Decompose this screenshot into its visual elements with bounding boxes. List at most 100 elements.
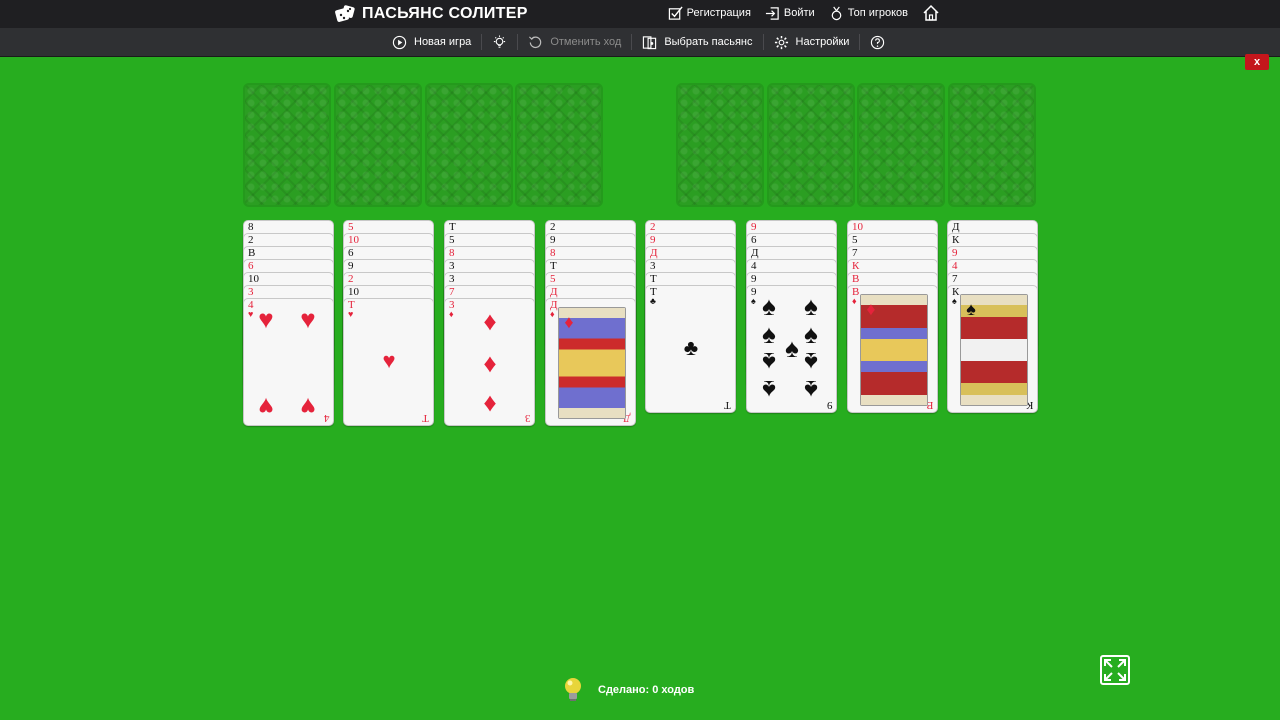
card-rank: 3 bbox=[449, 260, 455, 272]
card-rank: 9 bbox=[751, 221, 757, 233]
cards-select-icon bbox=[643, 35, 657, 49]
card-rank: 2 bbox=[650, 221, 656, 233]
face-card-art: ♠ bbox=[960, 294, 1028, 406]
face-card-art: ♦ bbox=[860, 294, 928, 406]
card-rank: 7 bbox=[449, 286, 455, 298]
card-pip: ♠ bbox=[762, 291, 776, 321]
fullscreen-button[interactable] bbox=[1100, 655, 1130, 685]
card-suit-mini: ♥ bbox=[348, 309, 354, 319]
home-link[interactable] bbox=[922, 4, 940, 22]
medal-icon bbox=[831, 6, 842, 20]
card-pip: ♦ bbox=[564, 312, 574, 332]
brand[interactable]: ПАСЬЯНС СОЛИТЕР bbox=[334, 3, 528, 25]
free-cell[interactable] bbox=[243, 83, 331, 207]
card-pip: ♠ bbox=[804, 319, 818, 349]
card-pip: ♠ bbox=[804, 375, 818, 405]
top-bar: ПАСЬЯНС СОЛИТЕР Регистрация Войти Топ иг… bbox=[0, 0, 1280, 28]
free-cell[interactable] bbox=[425, 83, 513, 207]
choose-solitaire-button[interactable]: Выбрать пасьянс bbox=[632, 34, 764, 50]
card-rank: В bbox=[852, 273, 860, 285]
card-rank-bottom: 3 bbox=[524, 412, 531, 424]
foundation-pile[interactable] bbox=[857, 83, 945, 207]
undo-button[interactable]: Отменить ход bbox=[518, 34, 633, 50]
card-suit-mini: ♣ bbox=[650, 296, 656, 306]
card-suit-mini: ♠ bbox=[952, 296, 957, 306]
top-players-label: Топ игроков bbox=[847, 7, 908, 19]
card-rank: Д bbox=[550, 286, 558, 298]
close-button[interactable]: x bbox=[1245, 54, 1269, 70]
card-pip: ♠ bbox=[762, 375, 776, 405]
card-pip: ♠ bbox=[762, 347, 776, 377]
settings-button[interactable]: Настройки bbox=[764, 34, 861, 50]
gear-icon bbox=[774, 35, 788, 49]
card-rank: 5 bbox=[852, 234, 858, 246]
card-rank: 9 bbox=[751, 273, 757, 285]
card-rank: Д bbox=[952, 221, 960, 233]
card-top[interactable]: Д ♦ Д ♦ bbox=[545, 298, 636, 426]
card-rank-bottom: Т bbox=[422, 412, 429, 424]
top-players-link[interactable]: Топ игроков bbox=[829, 6, 908, 21]
card-top[interactable]: 3 ♦ 3 ♦ ♦ ♦ bbox=[444, 298, 535, 426]
card-rank: 3 bbox=[449, 273, 455, 285]
expand-icon bbox=[1104, 659, 1126, 681]
free-cell[interactable] bbox=[515, 83, 603, 207]
card-rank: 6 bbox=[248, 260, 254, 272]
card-top[interactable]: К ♠ К ♠ bbox=[947, 285, 1038, 413]
card-pip: ♥ bbox=[258, 392, 274, 422]
foundation-pile[interactable] bbox=[676, 83, 764, 207]
card-rank: 4 bbox=[751, 260, 757, 272]
card-top[interactable]: Т ♥ Т ♥ bbox=[343, 298, 434, 426]
card-rank: 9 bbox=[952, 247, 958, 259]
card-rank: 6 bbox=[348, 247, 354, 259]
card-rank: К bbox=[952, 234, 960, 246]
foundation-pile[interactable] bbox=[767, 83, 855, 207]
card-top[interactable]: В ♦ В ♦ bbox=[847, 285, 938, 413]
undo-label: Отменить ход bbox=[550, 36, 622, 48]
new-game-button[interactable]: Новая игра bbox=[382, 34, 483, 50]
card-top[interactable]: 4 ♥ 4 ♥ ♥ ♥ ♥ bbox=[243, 298, 334, 426]
login-link[interactable]: Войти bbox=[765, 6, 815, 21]
card-top[interactable]: Т ♣ Т ♣ bbox=[645, 285, 736, 413]
card-pip: ♥ bbox=[300, 392, 316, 422]
card-rank: 4 bbox=[952, 260, 958, 272]
card-pip: ♥ bbox=[258, 304, 274, 334]
register-link[interactable]: Регистрация bbox=[668, 5, 751, 21]
toolbar-tools: Новая игра Отменить ход Выбрать пасьянс … bbox=[382, 34, 895, 50]
register-label: Регистрация bbox=[686, 7, 751, 19]
card-rank: 5 bbox=[449, 234, 455, 246]
face-card-art: ♦ bbox=[558, 307, 626, 419]
card-rank: 6 bbox=[751, 234, 757, 246]
card-pip: ♠ bbox=[762, 319, 776, 349]
new-game-label: Новая игра bbox=[414, 36, 472, 48]
free-cell[interactable] bbox=[334, 83, 422, 207]
card-rank: 3 bbox=[248, 286, 254, 298]
card-pip: ♠ bbox=[804, 347, 818, 377]
face-bottom bbox=[559, 363, 625, 418]
card-pip: ♥ bbox=[382, 348, 396, 373]
home-icon bbox=[923, 4, 939, 21]
card-rank: 5 bbox=[348, 221, 354, 233]
card-pip: ♥ bbox=[300, 304, 316, 334]
card-rank: Д bbox=[751, 247, 759, 259]
card-suit-mini: ♦ bbox=[852, 296, 857, 306]
card-rank: 10 bbox=[348, 234, 359, 246]
card-rank: 9 bbox=[650, 234, 656, 246]
help-button[interactable] bbox=[860, 34, 895, 50]
card-rank: Т bbox=[650, 273, 657, 285]
card-rank: 3 bbox=[650, 260, 656, 272]
hint-bulb-icon[interactable] bbox=[562, 676, 584, 704]
play-circle-icon bbox=[392, 35, 407, 49]
card-pip: ♦ bbox=[483, 348, 497, 378]
foundation-pile[interactable] bbox=[948, 83, 1036, 207]
card-rank: 7 bbox=[952, 273, 958, 285]
card-rank: 10 bbox=[348, 286, 359, 298]
bulb-icon bbox=[494, 34, 506, 48]
card-top[interactable]: 9 ♠ 9 ♠ ♠ ♠ ♠ ♠ ♠ ♠ ♠ ♠ bbox=[746, 285, 837, 413]
card-suit-mini: ♦ bbox=[449, 309, 454, 319]
undo-icon bbox=[529, 35, 542, 48]
card-rank: 2 bbox=[348, 273, 354, 285]
card-rank: 8 bbox=[449, 247, 455, 259]
card-rank: 9 bbox=[348, 260, 354, 272]
hint-button[interactable] bbox=[482, 34, 519, 50]
login-icon bbox=[765, 6, 779, 20]
